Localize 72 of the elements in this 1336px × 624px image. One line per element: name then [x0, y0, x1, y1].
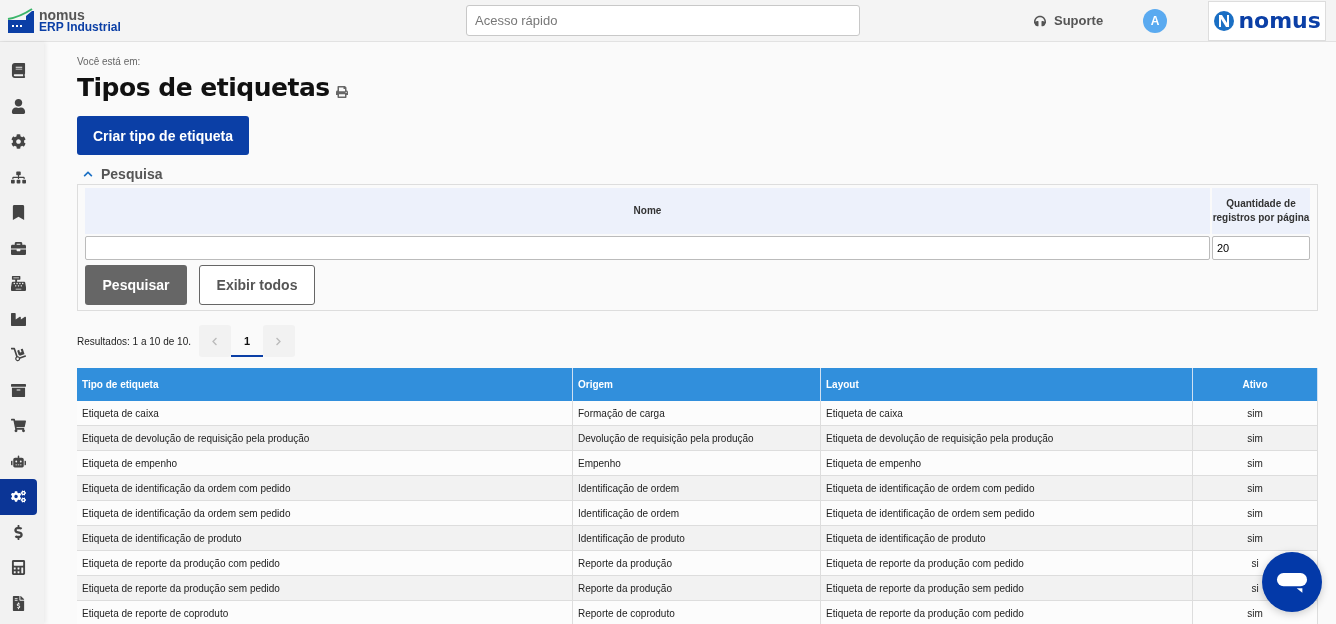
table-cell: sim [1193, 401, 1318, 426]
briefcase-icon [11, 240, 26, 256]
archive-icon [11, 382, 26, 398]
brand-logo: nomus [1208, 0, 1327, 41]
hierarchy-icon [11, 169, 26, 185]
table-cell: Formação de carga [573, 401, 821, 426]
bookmark-icon [11, 205, 26, 221]
cart-icon [11, 418, 26, 434]
logo-subtitle: ERP Industrial [39, 20, 121, 33]
support-link[interactable]: Suporte [1034, 13, 1104, 28]
page-title: Tipos de etiquetas [77, 73, 330, 102]
table-cell: Identificação de ordem [573, 501, 821, 526]
table-cell: Identificação de produto [573, 526, 821, 551]
name-field[interactable] [85, 236, 1210, 260]
table-cell: Etiqueta de empenho [821, 451, 1193, 476]
table-cell: Reporte da produção [573, 551, 821, 576]
show-all-button[interactable]: Exibir todos [199, 265, 315, 305]
table-cell: Etiqueta de caixa [77, 401, 573, 426]
table-cell: Etiqueta de identificação de ordem sem pedido [821, 501, 1193, 526]
dolly-icon [11, 347, 26, 363]
column-header: Layout [821, 368, 1193, 401]
register-icon [11, 276, 26, 292]
table-cell: Etiqueta de identificação de produto [77, 526, 573, 551]
results-summary: Resultados: 1 a 10 de 10. [77, 335, 191, 347]
panel-title: Pesquisa [101, 165, 163, 182]
table-cell: Etiqueta de empenho [77, 451, 573, 476]
page-button[interactable]: 1 [231, 325, 263, 357]
print-icon[interactable] [335, 86, 348, 98]
gear-icon [11, 134, 26, 150]
table-cell: Etiqueta de reporte da produção sem pedido [77, 576, 573, 601]
table-cell: sim [1193, 451, 1318, 476]
user-icon [11, 98, 26, 114]
breadcrumb-label: Você está em: [77, 56, 142, 67]
chevron-left-icon [210, 336, 220, 346]
search-button[interactable]: Pesquisar [85, 265, 187, 305]
sidebar-item[interactable] [0, 479, 37, 515]
table-cell: Devolução de requisição pela produção [573, 426, 821, 451]
column-header: Ativo [1193, 368, 1318, 401]
table-cell: Identificação de ordem [573, 476, 821, 501]
table-cell: Etiqueta de identificação da ordem com pedido [77, 476, 573, 501]
table-cell: Etiqueta de devolução de requisição pela produção [821, 426, 1193, 451]
logo-name: nomus [39, 8, 85, 21]
create-button[interactable]: Criar tipo de etiqueta [77, 116, 250, 155]
chat-bubble-icon [1276, 570, 1308, 594]
column-header: Tipo de etiqueta [77, 368, 573, 401]
table-cell: sim [1193, 476, 1318, 501]
quick-access-field[interactable]: Acesso rápido [466, 5, 860, 36]
table-cell: sim [1193, 526, 1318, 551]
table-cell: Etiqueta de devolução de requisição pela produção [77, 426, 573, 451]
factory-icon [11, 311, 26, 327]
table-cell: Etiqueta de reporte da produção sem pedido [821, 576, 1193, 601]
book-icon [11, 63, 26, 79]
headset-icon [1034, 14, 1046, 27]
table-cell: Empenho [573, 451, 821, 476]
table-cell: Etiqueta de identificação de ordem com pedido [821, 476, 1193, 501]
logo-icon [6, 7, 36, 34]
table-cell: Reporte da produção [573, 576, 821, 601]
calculator-icon [11, 560, 26, 576]
gears-icon [11, 489, 26, 505]
page-size-field[interactable]: 20 [1212, 236, 1310, 260]
column-header: Quantidade de registros por página [1212, 188, 1310, 234]
table-cell: Etiqueta de reporte da produção com pedido [821, 551, 1193, 576]
table-cell: sim [1193, 426, 1318, 451]
table-cell: Etiqueta de identificação da ordem sem pedido [77, 501, 573, 526]
table-cell: Etiqueta de reporte da produção com pedido [77, 551, 573, 576]
column-header: Origem [573, 368, 821, 401]
chevron-right-icon [274, 336, 284, 346]
invoice-icon [11, 595, 26, 611]
table-cell: sim [1193, 501, 1318, 526]
column-header: Nome [85, 188, 1210, 234]
table-cell: Etiqueta de identificação de produto [821, 526, 1193, 551]
table-cell: Etiqueta de caixa [821, 401, 1193, 426]
